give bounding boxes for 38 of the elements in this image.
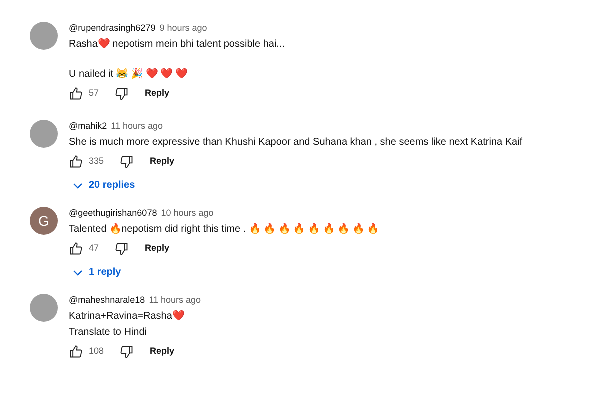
comment-text: Katrina+Ravina=Rasha❤ <box>69 310 184 324</box>
like-count: 108 <box>89 345 104 358</box>
thumbs-down-icon[interactable] <box>120 155 134 169</box>
reply-button[interactable]: Reply <box>145 87 170 101</box>
comment-time[interactable]: 11 hours ago <box>149 294 202 308</box>
chevron-down-icon <box>73 182 83 188</box>
reply-button[interactable]: Reply <box>150 345 175 359</box>
avatar[interactable]: G <box>30 207 58 235</box>
comment-time[interactable]: 9 hours ago <box>160 22 208 36</box>
thumbs-down-icon[interactable] <box>115 242 130 256</box>
like-count: 47 <box>89 242 100 256</box>
avatar-placeholder[interactable] <box>30 120 58 148</box>
comment-text: Rasha❤ nepotism mein bhi talent possible hai... <box>69 38 286 52</box>
replies-toggle[interactable]: 20 replies <box>73 178 523 193</box>
thumbs-up-icon[interactable] <box>69 242 83 256</box>
translate-link[interactable]: Translate to Hindi <box>69 324 147 340</box>
comment-text: She is much more expressive than Khushi Kapoor and Suhana khan , she seems like next Katrina Kaif <box>69 136 523 150</box>
like-count: 335 <box>89 155 104 168</box>
comment-time[interactable]: 10 hours ago <box>161 207 214 220</box>
thumbs-down-icon[interactable] <box>120 345 134 359</box>
comment-author[interactable]: @geethugirishan6078 <box>69 207 158 220</box>
reply-button[interactable]: Reply <box>150 155 175 169</box>
reply-button[interactable]: Reply <box>145 242 170 256</box>
replies-toggle[interactable]: 1 reply <box>73 265 380 280</box>
comment-text: U nailed it 😹 🎉 ❤ ❤ ❤ <box>69 67 188 82</box>
comment-author[interactable]: @maheshnarale18 <box>69 294 146 308</box>
thumbs-up-icon[interactable] <box>69 155 83 169</box>
avatar-placeholder[interactable] <box>30 294 58 322</box>
comment-author[interactable]: @mahik2 <box>69 120 108 134</box>
thumbs-down-icon[interactable] <box>115 87 130 101</box>
chevron-down-icon <box>73 270 83 276</box>
comment-author[interactable]: @rupendrasingh6279 <box>69 22 156 36</box>
thumbs-up-icon[interactable] <box>69 345 83 359</box>
like-count: 57 <box>89 87 100 100</box>
avatar-placeholder[interactable] <box>30 22 58 50</box>
thumbs-up-icon[interactable] <box>69 87 83 101</box>
comment-text: Talented 🔥nepotism did right this time . 🔥 🔥 🔥 🔥 🔥 🔥 🔥 🔥 🔥 <box>69 222 380 236</box>
comment-time[interactable]: 11 hours ago <box>111 120 164 134</box>
